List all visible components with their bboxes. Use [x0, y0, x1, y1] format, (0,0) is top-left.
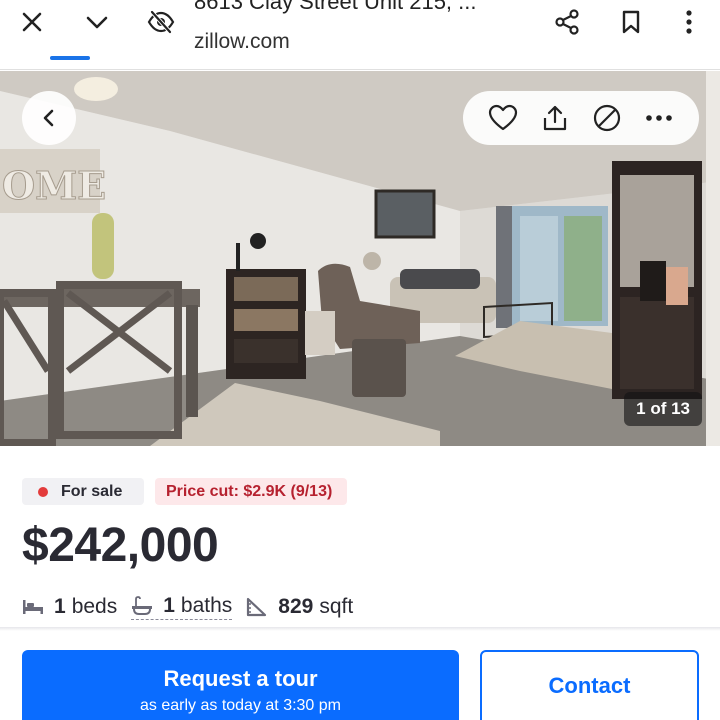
bookmark-icon[interactable]: [613, 4, 649, 40]
share-icon[interactable]: [549, 4, 585, 40]
chevron-down-icon[interactable]: [79, 4, 115, 40]
listing-price: $242,000: [22, 519, 219, 572]
home-sign-text: OME: [2, 163, 106, 208]
beds-label: beds: [71, 595, 118, 618]
status-dot-icon: [38, 486, 48, 497]
url-text[interactable]: zillow.com: [194, 30, 290, 54]
request-tour-subtext: as early as today at 3:30 pm: [140, 697, 341, 714]
request-tour-button[interactable]: Request a tour as early as today at 3:30…: [22, 650, 459, 720]
more-vert-icon[interactable]: [671, 4, 707, 40]
listing-photo[interactable]: OME 1 of 13: [0, 71, 720, 446]
ruler-triangle-icon: [247, 597, 267, 617]
more-horiz-icon[interactable]: [639, 98, 679, 138]
home-facts: 1 beds 1 baths 829 sqft: [22, 592, 367, 622]
request-tour-label: Request a tour: [163, 666, 318, 691]
sqft-label: sqft: [319, 595, 354, 618]
hide-icon[interactable]: [587, 98, 627, 138]
contact-button[interactable]: Contact: [480, 650, 699, 720]
status-badge: For sale: [22, 478, 144, 505]
beds-fact: 1 beds: [22, 595, 117, 619]
sqft-fact: 829 sqft: [246, 595, 353, 619]
share-upload-icon[interactable]: [535, 98, 575, 138]
heart-icon[interactable]: [483, 98, 523, 138]
chevron-left-icon: [43, 109, 54, 127]
listing-actions: [463, 91, 699, 145]
eye-off-icon[interactable]: [143, 4, 179, 40]
browser-toolbar: 8613 Clay Street Unit 215, ... zillow.co…: [0, 0, 720, 70]
bed-icon: [23, 600, 43, 614]
bath-icon: [132, 596, 153, 615]
beds-value: 1: [54, 595, 66, 618]
tab-indicator: [50, 56, 90, 60]
baths-fact[interactable]: 1 baths: [131, 594, 233, 620]
baths-value: 1: [163, 594, 175, 617]
price-cut-badge: Price cut: $2.9K (9/13): [155, 478, 347, 505]
page-title: 8613 Clay Street Unit 215, ...: [194, 0, 477, 14]
baths-label: baths: [180, 594, 233, 617]
back-button[interactable]: [22, 91, 76, 145]
toolbar-divider: [0, 69, 720, 70]
close-icon[interactable]: [14, 4, 50, 40]
sqft-value: 829: [278, 595, 314, 618]
status-label: For sale: [61, 482, 123, 500]
photo-counter: 1 of 13: [624, 392, 702, 426]
section-divider: [0, 627, 720, 631]
